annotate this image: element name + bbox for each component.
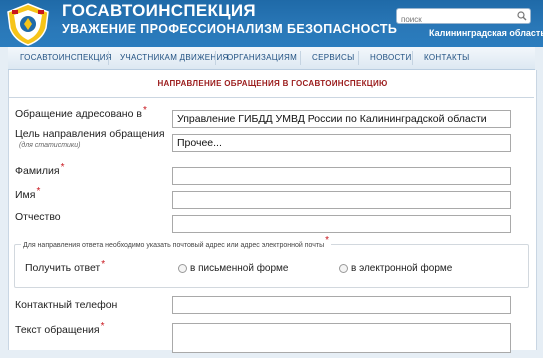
surname-label: Фамилия*: [15, 162, 65, 177]
nav-item-gosavtoinspekciya[interactable]: ГОСАВТОИНСПЕКЦИЯ: [20, 47, 112, 69]
purpose-select[interactable]: Прочее...: [172, 134, 511, 152]
appeal-text-label: Текст обращения*: [15, 321, 105, 336]
purpose-sublabel: (для статистики): [19, 142, 81, 149]
nav-item-servisy[interactable]: СЕРВИСЫ: [312, 47, 355, 69]
nav-separator: [215, 51, 216, 65]
nav-item-organizaciyam[interactable]: ОРГАНИЗАЦИЯМ: [227, 47, 297, 69]
nav-separator: [300, 51, 301, 65]
reply-written-label[interactable]: в письменной форме: [190, 263, 289, 274]
radio-written[interactable]: [178, 264, 187, 273]
nav-separator: [108, 51, 109, 65]
site-slogan: УВАЖЕНИЕ ПРОФЕССИОНАЛИЗМ БЕЗОПАСНОСТЬ: [62, 22, 398, 36]
addressee-select[interactable]: Управление ГИБДД УМВД России по Калининг…: [172, 110, 511, 128]
main-nav: ГОСАВТОИНСПЕКЦИЯ УЧАСТНИКАМ ДВИЖЕНИЯ ОРГ…: [8, 47, 535, 70]
reply-legend: Для направления ответа необходимо указат…: [21, 235, 332, 250]
addressee-label: Обращение адресовано в*: [15, 105, 147, 120]
reply-fieldset: Для направления ответа необходимо указат…: [14, 235, 529, 288]
region-label[interactable]: Калининградская область: [429, 28, 543, 38]
site-title[interactable]: ГОСАВТОИНСПЕКЦИЯ: [62, 1, 256, 21]
search-input[interactable]: [401, 13, 509, 26]
purpose-label: Цель направления обращения: [15, 128, 165, 140]
reply-label: Получить ответ*: [25, 259, 106, 274]
phone-field[interactable]: [172, 296, 511, 314]
reply-electronic-label[interactable]: в электронной форме: [351, 263, 452, 274]
search-icon[interactable]: [517, 11, 527, 21]
site-header: ГОСАВТОИНСПЕКЦИЯ УВАЖЕНИЕ ПРОФЕССИОНАЛИЗ…: [0, 0, 543, 47]
nav-item-novosti[interactable]: НОВОСТИ: [370, 47, 412, 69]
appeal-form: Обращение адресовано в* Управление ГИБДД…: [9, 97, 534, 358]
main-content: НАПРАВЛЕНИЕ ОБРАЩЕНИЯ В ГОСАВТОИНСПЕКЦИЮ…: [8, 70, 537, 353]
nav-item-uchastnikam[interactable]: УЧАСТНИКАМ ДВИЖЕНИЯ: [120, 47, 229, 69]
search-box: [396, 8, 531, 26]
patronymic-label: Отчество: [15, 211, 61, 223]
phone-label: Контактный телефон: [15, 299, 118, 311]
reply-electronic-option[interactable]: в электронной форме: [339, 263, 452, 274]
page-title: НАПРАВЛЕНИЕ ОБРАЩЕНИЯ В ГОСАВТОИНСПЕКЦИЮ: [157, 79, 388, 88]
reply-written-option[interactable]: в письменной форме: [178, 263, 289, 274]
name-field[interactable]: [172, 191, 511, 209]
patronymic-field[interactable]: [172, 215, 511, 233]
gibdd-emblem-icon[interactable]: [4, 2, 52, 46]
surname-field[interactable]: [172, 167, 511, 185]
radio-electronic[interactable]: [339, 264, 348, 273]
appeal-text-area[interactable]: [172, 323, 511, 353]
name-label: Имя*: [15, 186, 41, 201]
nav-item-kontakty[interactable]: КОНТАКТЫ: [424, 47, 470, 69]
nav-separator: [412, 51, 413, 65]
nav-separator: [358, 51, 359, 65]
